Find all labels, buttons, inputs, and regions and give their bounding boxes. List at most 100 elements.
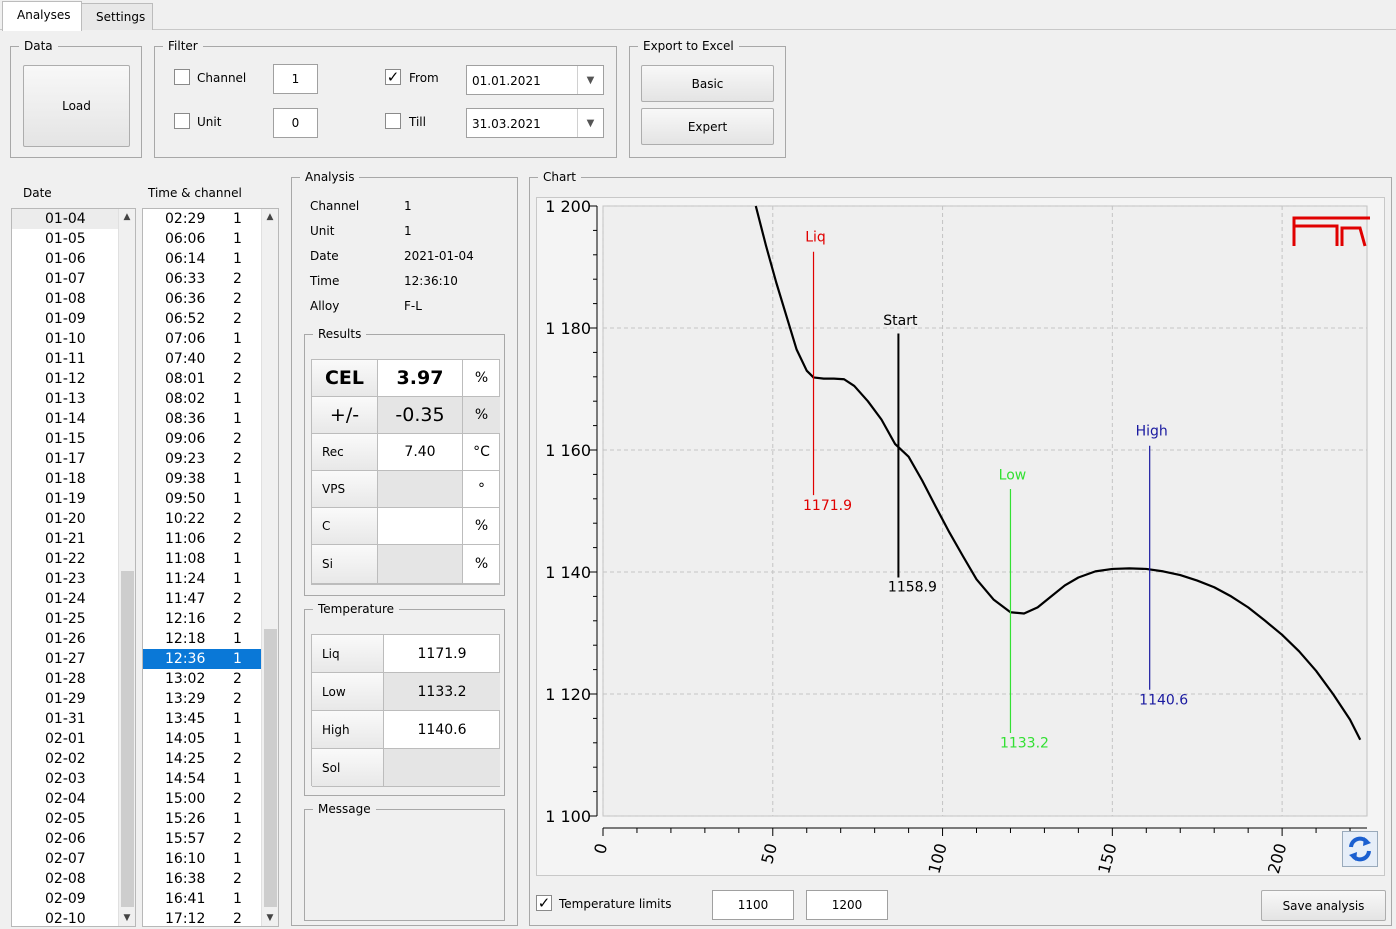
date-list-item[interactable]: 02-08 (12, 869, 135, 889)
time-list-item[interactable]: 11:06 2 (143, 529, 262, 549)
unit-checkbox[interactable] (174, 113, 190, 129)
save-analysis-button[interactable]: Save analysis (1261, 890, 1386, 921)
time-list-item[interactable]: 16:38 2 (143, 869, 262, 889)
time-list-item[interactable]: 12:36 1 (143, 649, 262, 669)
time-list-item[interactable]: 11:47 2 (143, 589, 262, 609)
time-list-item[interactable]: 09:06 2 (143, 429, 262, 449)
chart-area[interactable]: 1 100 1 120 1 140 1 160 1 180 1 200 0 50 100 150 2… (536, 197, 1385, 876)
limit-high-field[interactable]: 1200 (806, 890, 888, 920)
scroll-up-icon[interactable]: ▲ (119, 209, 135, 225)
date-list-item[interactable]: 01-21 (12, 529, 135, 549)
time-list-item[interactable]: 06:52 2 (143, 309, 262, 329)
basic-export-button[interactable]: Basic (641, 65, 774, 102)
date-list-item[interactable]: 01-27 (12, 649, 135, 669)
time-list-item[interactable]: 10:22 2 (143, 509, 262, 529)
tab-analyses[interactable]: Analyses (2, 1, 82, 31)
time-list-item[interactable]: 17:12 2 (143, 909, 262, 926)
date-list-item[interactable]: 01-12 (12, 369, 135, 389)
date-list-item[interactable]: 01-20 (12, 509, 135, 529)
time-list-scrollbar[interactable]: ▲ ▼ (261, 209, 278, 926)
time-list-item[interactable]: 13:45 1 (143, 709, 262, 729)
date-list-item[interactable]: 01-04 (12, 209, 135, 229)
channel-checkbox[interactable] (174, 69, 190, 85)
time-list-item[interactable]: 09:50 1 (143, 489, 262, 509)
date-list-item[interactable]: 01-09 (12, 309, 135, 329)
date-list-scrollbar[interactable]: ▲ ▼ (118, 209, 135, 926)
date-list-item[interactable]: 01-06 (12, 249, 135, 269)
time-list-item[interactable]: 15:57 2 (143, 829, 262, 849)
date-list-item[interactable]: 01-17 (12, 449, 135, 469)
time-list-item[interactable]: 06:36 2 (143, 289, 262, 309)
time-list-item[interactable]: 14:05 1 (143, 729, 262, 749)
scrollbar-thumb[interactable] (264, 629, 277, 907)
load-button[interactable]: Load (23, 65, 130, 147)
time-list-item[interactable]: 06:06 1 (143, 229, 262, 249)
date-list-item[interactable]: 01-18 (12, 469, 135, 489)
time-list-item[interactable]: 12:18 1 (143, 629, 262, 649)
time-list-item[interactable]: 13:29 2 (143, 689, 262, 709)
temperature-limits-checkbox[interactable]: ✓ (536, 895, 552, 911)
time-list-item[interactable]: 14:54 1 (143, 769, 262, 789)
time-list-item[interactable]: 07:40 2 (143, 349, 262, 369)
date-list-item[interactable]: 01-11 (12, 349, 135, 369)
till-date-picker[interactable]: 31.03.2021 ▼ (466, 108, 604, 138)
scroll-up-icon[interactable]: ▲ (262, 209, 278, 225)
time-list-item[interactable]: 07:06 1 (143, 329, 262, 349)
time-channel-list[interactable]: 02:29 1 06:06 1 06:14 1 06:33 2 06:36 2 06:52 2 07:0… (142, 208, 279, 927)
time-list-item[interactable]: 09:38 1 (143, 469, 262, 489)
date-list-item[interactable]: 01-22 (12, 549, 135, 569)
time-list-item[interactable]: 09:23 2 (143, 449, 262, 469)
scroll-down-icon[interactable]: ▼ (119, 910, 135, 926)
time-list-item[interactable]: 15:00 2 (143, 789, 262, 809)
date-list-item[interactable]: 01-05 (12, 229, 135, 249)
date-list-item[interactable]: 01-08 (12, 289, 135, 309)
time-list-item[interactable]: 06:33 2 (143, 269, 262, 289)
date-list-item[interactable]: 02-06 (12, 829, 135, 849)
time-list-item[interactable]: 08:02 1 (143, 389, 262, 409)
unit-field[interactable]: 0 (273, 108, 318, 138)
time-list-item[interactable]: 12:16 2 (143, 609, 262, 629)
till-checkbox[interactable] (385, 113, 401, 129)
expert-export-button[interactable]: Expert (641, 108, 774, 145)
time-list-item[interactable]: 11:24 1 (143, 569, 262, 589)
time-list-item[interactable]: 13:02 2 (143, 669, 262, 689)
scroll-down-icon[interactable]: ▼ (262, 910, 278, 926)
time-list-item[interactable]: 15:26 1 (143, 809, 262, 829)
tab-settings[interactable]: Settings (81, 3, 153, 30)
time-list-item[interactable]: 02:29 1 (143, 209, 262, 229)
date-list-item[interactable]: 01-13 (12, 389, 135, 409)
date-list-item[interactable]: 01-29 (12, 689, 135, 709)
date-list-item[interactable]: 02-01 (12, 729, 135, 749)
date-list-item[interactable]: 01-07 (12, 269, 135, 289)
time-list-item[interactable]: 16:41 1 (143, 889, 262, 909)
date-list-item[interactable]: 01-26 (12, 629, 135, 649)
date-list-item[interactable]: 02-07 (12, 849, 135, 869)
time-list-item[interactable]: 08:01 2 (143, 369, 262, 389)
date-list-item[interactable]: 01-25 (12, 609, 135, 629)
date-list[interactable]: 01-04 01-05 01-06 01-07 01-08 01-09 01-10 01-11… (11, 208, 136, 927)
time-list-item[interactable]: 11:08 1 (143, 549, 262, 569)
channel-field[interactable]: 1 (273, 64, 318, 94)
time-list-item[interactable]: 08:36 1 (143, 409, 262, 429)
date-list-item[interactable]: 01-10 (12, 329, 135, 349)
date-list-item[interactable]: 02-04 (12, 789, 135, 809)
date-list-item[interactable]: 01-15 (12, 429, 135, 449)
limit-low-field[interactable]: 1100 (712, 890, 794, 920)
time-list-item[interactable]: 16:10 1 (143, 849, 262, 869)
refresh-chart-button[interactable] (1342, 831, 1378, 867)
scrollbar-thumb[interactable] (121, 571, 134, 907)
time-list-item[interactable]: 06:14 1 (143, 249, 262, 269)
from-checkbox[interactable]: ✓ (385, 69, 401, 85)
date-list-item[interactable]: 01-28 (12, 669, 135, 689)
date-list-item[interactable]: 02-09 (12, 889, 135, 909)
date-list-item[interactable]: 01-19 (12, 489, 135, 509)
chevron-down-icon[interactable]: ▼ (577, 109, 603, 137)
date-list-item[interactable]: 02-03 (12, 769, 135, 789)
date-list-item[interactable]: 01-31 (12, 709, 135, 729)
date-list-item[interactable]: 02-02 (12, 749, 135, 769)
date-list-item[interactable]: 01-23 (12, 569, 135, 589)
chevron-down-icon[interactable]: ▼ (577, 66, 603, 94)
date-list-item[interactable]: 01-24 (12, 589, 135, 609)
from-date-picker[interactable]: 01.01.2021 ▼ (466, 65, 604, 95)
date-list-item[interactable]: 02-10 (12, 909, 135, 926)
